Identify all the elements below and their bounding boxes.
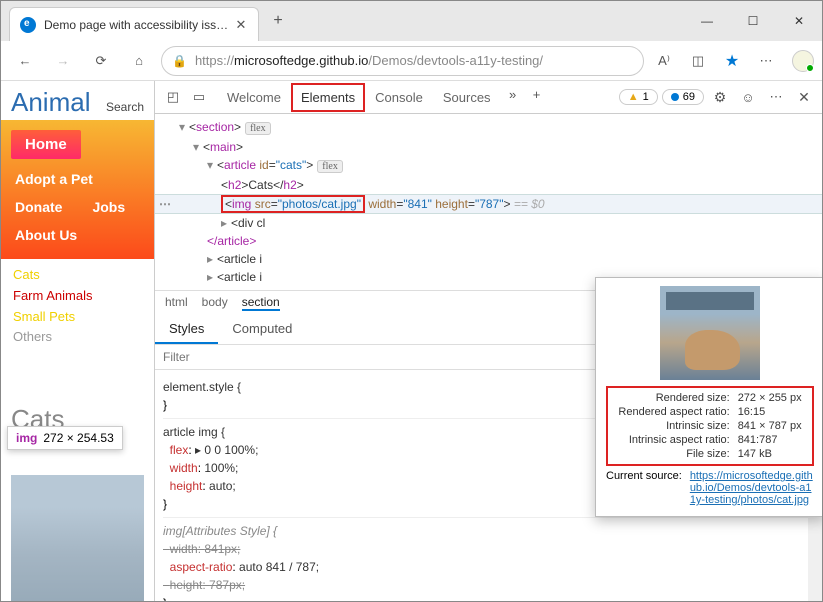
link-small[interactable]: Small Pets <box>13 307 142 328</box>
image-thumbnail <box>660 286 760 380</box>
browser-tab[interactable]: Demo page with accessibility issues ✕ <box>9 7 259 41</box>
category-links: Cats Farm Animals Small Pets Others <box>1 259 154 354</box>
tab-welcome[interactable]: Welcome <box>217 83 291 112</box>
devtools-panel: ◰ ▭ Welcome Elements Console Sources » +… <box>154 81 822 601</box>
warnings-badge[interactable]: ▲1 <box>619 89 658 105</box>
page-nav: Home Adopt a Pet Donate Jobs About Us <box>1 120 154 259</box>
tooltip-tag: img <box>16 431 37 445</box>
rendered-page: Animal Search Home Adopt a Pet Donate Jo… <box>1 81 154 601</box>
nav-jobs[interactable]: Jobs <box>78 193 135 221</box>
link-others[interactable]: Others <box>13 327 142 348</box>
page-title: Animal <box>11 87 90 118</box>
browser-toolbar: ← → ⟳ ⌂ 🔒 https://microsoftedge.github.i… <box>1 41 822 81</box>
url-text: https://microsoftedge.github.io/Demos/de… <box>195 53 543 68</box>
lock-icon: 🔒 <box>172 54 187 68</box>
tab-title: Demo page with accessibility issues <box>44 18 234 32</box>
nav-about[interactable]: About Us <box>1 221 154 249</box>
inspect-icon[interactable]: ◰ <box>161 85 185 109</box>
address-bar[interactable]: 🔒 https://microsoftedge.github.io/Demos/… <box>161 46 644 76</box>
link-cats[interactable]: Cats <box>13 265 142 286</box>
tab-elements[interactable]: Elements <box>291 83 365 112</box>
edge-favicon-icon <box>20 17 36 33</box>
tooltip-dimensions: 272 × 254.53 <box>43 431 113 445</box>
search-label: Search <box>106 100 144 114</box>
crumb-section[interactable]: section <box>242 295 280 311</box>
crumb-html[interactable]: html <box>165 295 188 311</box>
close-devtools-icon[interactable]: ✕ <box>792 85 816 109</box>
tab-styles[interactable]: Styles <box>155 315 218 344</box>
elements-tree[interactable]: ▾<section>flex ▾<main> ▾<article id="cat… <box>155 114 822 290</box>
link-farm[interactable]: Farm Animals <box>13 286 142 307</box>
nav-adopt[interactable]: Adopt a Pet <box>1 165 154 193</box>
device-mode-icon[interactable]: ▭ <box>187 85 211 109</box>
window-titlebar: Demo page with accessibility issues ✕ + … <box>1 1 822 41</box>
tab-sources[interactable]: Sources <box>433 83 501 112</box>
element-tooltip: img 272 × 254.53 <box>7 426 123 450</box>
crumb-body[interactable]: body <box>202 295 228 311</box>
add-tab-icon[interactable]: + <box>525 83 549 107</box>
close-window-button[interactable]: ✕ <box>776 1 822 41</box>
forward-button[interactable]: → <box>47 45 79 77</box>
read-aloud-icon[interactable]: A⁾ <box>650 47 678 75</box>
image-hover-popup: Rendered size:272 × 255 px Rendered aspe… <box>595 277 822 517</box>
devtools-header: ◰ ▭ Welcome Elements Console Sources » +… <box>155 81 822 114</box>
profile-avatar[interactable] <box>792 50 814 72</box>
more-icon[interactable]: ⋯ <box>764 85 788 109</box>
minimize-button[interactable]: — <box>684 1 730 41</box>
settings-icon[interactable]: ⚙ <box>708 85 732 109</box>
tab-computed[interactable]: Computed <box>218 315 306 344</box>
nav-donate[interactable]: Donate <box>1 193 72 221</box>
maximize-button[interactable]: ☐ <box>730 1 776 41</box>
home-button[interactable]: ⌂ <box>123 45 155 77</box>
info-badge[interactable]: 69 <box>662 89 704 105</box>
more-tabs-icon[interactable]: » <box>501 83 525 107</box>
current-source-link[interactable]: https://microsoftedge.github.io/Demos/de… <box>690 470 814 506</box>
nav-home[interactable]: Home <box>11 130 81 159</box>
back-button[interactable]: ← <box>9 45 41 77</box>
tab-console[interactable]: Console <box>365 83 433 112</box>
refresh-button[interactable]: ⟳ <box>85 45 117 77</box>
cat-image <box>11 475 144 601</box>
translate-icon[interactable]: ◫ <box>684 47 712 75</box>
menu-button[interactable]: ⋯ <box>752 47 780 75</box>
new-tab-button[interactable]: + <box>263 6 293 36</box>
feedback-icon[interactable]: ☺ <box>736 85 760 109</box>
favorite-icon[interactable]: ★ <box>718 47 746 75</box>
tab-close-icon[interactable]: ✕ <box>234 17 248 33</box>
